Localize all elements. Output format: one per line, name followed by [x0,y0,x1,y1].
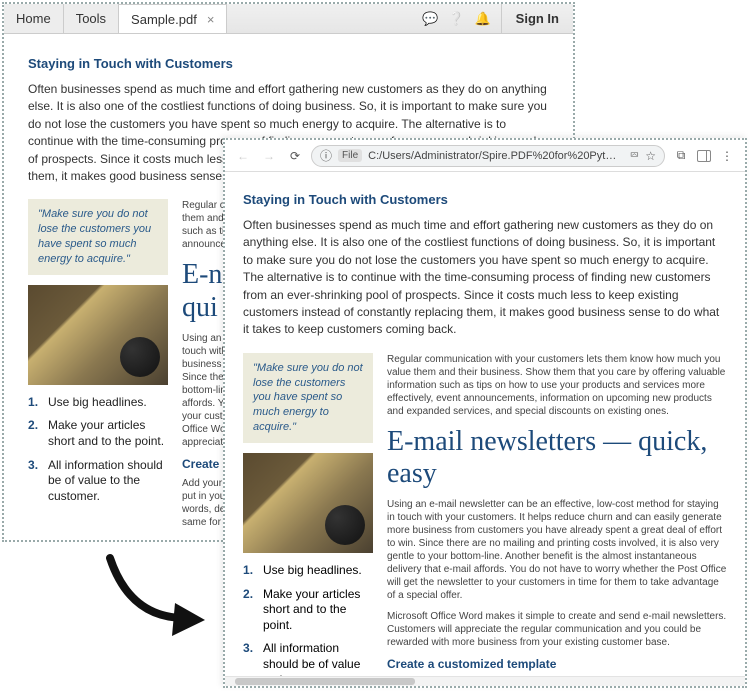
list-item-text: All information should be of value to th… [48,458,168,505]
list-item: Use big headlines. [243,563,373,579]
info-icon[interactable]: ⓘ [320,147,332,164]
tab-tools[interactable]: Tools [64,4,119,33]
list-item: All information should be of value to th… [28,458,168,505]
doc-subheading: Create a customized template [387,657,727,671]
tab-file-label: Sample.pdf [131,12,197,27]
pull-quote: "Make sure you do not lose the customers… [28,199,168,274]
pull-quote: "Make sure you do not lose the customers… [243,353,373,443]
list-item: Make your articles short and to the poin… [28,418,168,449]
tips-list: Use big headlines. Make your articles sh… [243,563,373,688]
url-bar[interactable]: ⓘ File C:/Users/Administrator/Spire.PDF%… [311,145,665,167]
right-para-2: Using an e-mail newsletter can be an eff… [387,498,727,602]
reload-button[interactable]: ⟳ [285,146,305,166]
tips-list: Use big headlines. Make your articles sh… [28,395,168,505]
doc-columns: "Make sure you do not lose the customers… [243,353,727,688]
bell-icon[interactable]: 🔔 [474,11,490,27]
doc-photo-placeholder [243,453,373,553]
arrow-icon [100,548,220,638]
star-icon[interactable]: ☆ [645,149,656,163]
back-button[interactable]: ← [233,146,253,166]
sidepanel-icon[interactable] [697,150,711,162]
close-icon[interactable]: × [207,12,215,27]
help-icon[interactable]: ❔ [448,11,464,27]
doc-left-col: "Make sure you do not lose the customers… [243,353,373,688]
toolbar-icons: 💬 ❔ 🔔 [412,4,501,33]
doc-left-col: "Make sure you do not lose the customers… [28,199,168,534]
list-item: Make your articles short and to the poin… [243,587,373,634]
browser-window: ← → ⟳ ⓘ File C:/Users/Administrator/Spir… [223,138,747,688]
sign-in-label: Sign In [516,11,559,26]
doc-intro: Often businesses spend as much time and … [243,217,727,339]
doc-heading: Staying in Touch with Customers [243,192,727,207]
list-item-text: Use big headlines. [263,563,362,579]
tab-home-label: Home [16,11,51,26]
right-para-3: Microsoft Office Word makes it simple to… [387,610,727,649]
list-item-text: Use big headlines. [48,395,147,411]
chat-icon[interactable]: 💬 [422,11,438,27]
doc-heading: Staying in Touch with Customers [28,56,549,71]
big-headline: E-mail newsletters — quick, easy [387,426,727,490]
menu-icon[interactable]: ⋮ [717,146,737,166]
toolbar-spacer [227,4,412,33]
forward-button[interactable]: → [259,146,279,166]
scrollbar-thumb[interactable] [235,678,415,685]
tab-file[interactable]: Sample.pdf × [119,4,227,33]
list-item-text: Make your articles short and to the poin… [263,587,373,634]
url-text: C:/Users/Administrator/Spire.PDF%20for%2… [368,150,623,162]
browser-toolbar: ← → ⟳ ⓘ File C:/Users/Administrator/Spir… [225,140,745,172]
browser-document-body: Staying in Touch with Customers Often bu… [225,172,745,688]
share-icon[interactable]: ⮹ [630,148,640,163]
sign-in-button[interactable]: Sign In [501,4,573,33]
doc-right-col: Regular communication with your customer… [387,353,727,688]
pdf-toolbar: Home Tools Sample.pdf × 💬 ❔ 🔔 Sign In [4,4,573,34]
doc-photo-placeholder [28,285,168,385]
tab-tools-label: Tools [76,11,106,26]
list-item-text: Make your articles short and to the poin… [48,418,168,449]
url-scheme-badge: File [338,149,362,162]
list-item: Use big headlines. [28,395,168,411]
right-para-1: Regular communication with your customer… [387,353,727,418]
horizontal-scrollbar[interactable] [225,676,745,686]
tab-home[interactable]: Home [4,4,64,33]
extensions-icon[interactable]: ⧉ [671,146,691,166]
